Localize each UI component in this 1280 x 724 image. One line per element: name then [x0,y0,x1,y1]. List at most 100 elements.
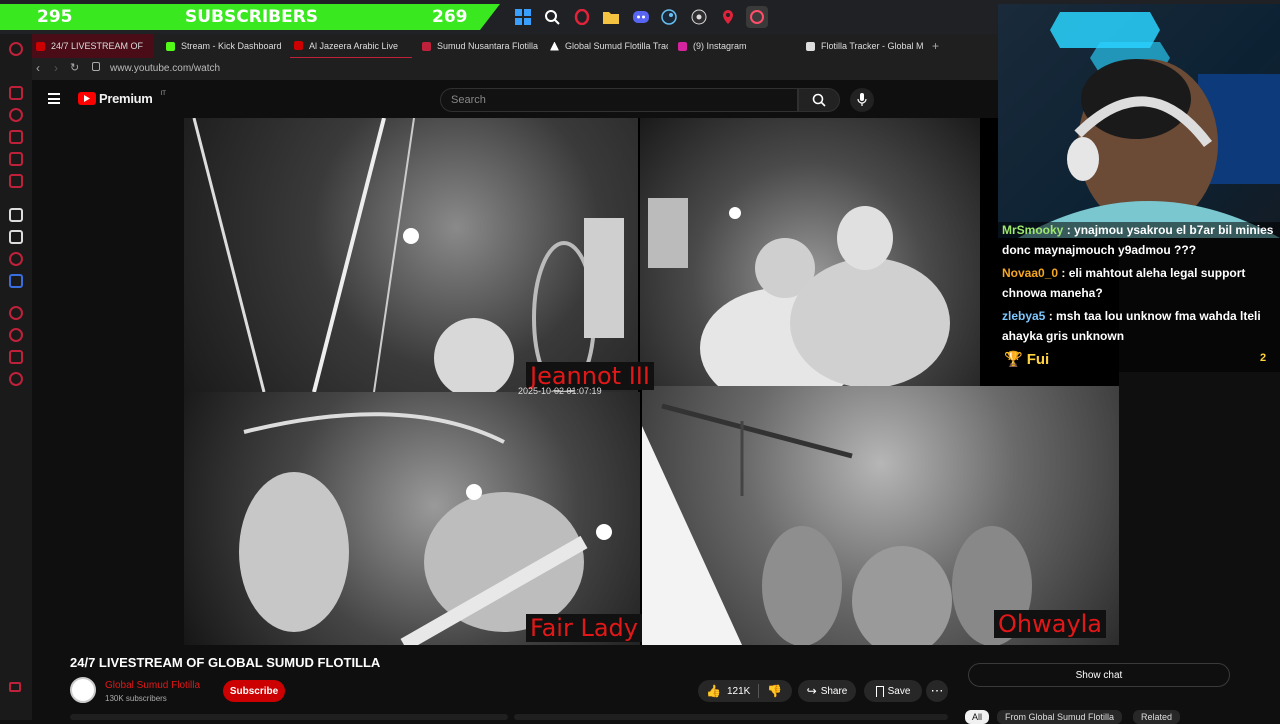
sidebar-clock-icon[interactable] [9,328,23,342]
divider [758,684,760,698]
chat-username: MrSmooky [1002,223,1064,237]
save-button[interactable]: Save [864,680,922,702]
opera-icon[interactable] [571,6,593,28]
comments-box[interactable] [514,714,948,720]
tab-kick-dashboard[interactable]: Stream - Kick Dashboard [162,34,284,58]
save-label: Save [887,685,911,697]
triangle-favicon-icon [550,41,559,51]
forward-arrow-icon[interactable]: › [54,61,58,75]
more-options-icon[interactable]: ⋯ [926,680,948,702]
reload-icon[interactable]: ↻ [70,61,79,74]
search-icon [812,93,826,107]
top-chatter: 🏆 Fui [1004,350,1049,369]
channel-name[interactable]: Global Sumud Flotilla [105,680,200,691]
chip-related[interactable]: Related [1133,710,1181,724]
subs-count-left: 295 [37,7,73,27]
obs-icon[interactable] [688,6,710,28]
subs-count-right: 269 [432,7,468,27]
chat-overlay: MrSmooky : ynajmou ysakrou el b7ar bil m… [998,222,1280,372]
hamburger-menu-icon[interactable] [48,93,60,104]
tab-label: Stream - Kick Dashboard [181,41,282,51]
thumbs-down-icon[interactable]: 👎 [767,684,782,698]
tab-youtube-livestream[interactable]: 24/7 LIVESTREAM OF [32,34,154,58]
kick-favicon-icon [166,41,175,51]
sidebar-play-icon[interactable] [9,306,23,320]
tab-label: Global Sumud Flotilla Track [565,41,668,51]
subscribe-button[interactable]: Subscribe [223,680,285,702]
chip-all[interactable]: All [965,710,990,724]
tab-label: Al Jazeera Arabic Live [309,40,399,51]
maps-icon[interactable] [717,6,739,28]
new-tab-plus-icon[interactable]: + [928,34,942,58]
microphone-icon [857,93,867,106]
tab-sumud-nusantara[interactable]: Sumud Nusantara Flotilla [418,34,540,58]
sidebar-history-icon[interactable] [9,108,23,122]
sidebar-gx-control-icon[interactable] [9,86,23,100]
sidebar-bitwarden-icon[interactable] [9,274,23,288]
share-icon: ↪ [806,684,817,698]
sidebar-instagram-icon[interactable] [9,252,23,266]
sidebar-twitch-icon[interactable] [9,152,23,166]
search-button[interactable] [798,88,840,112]
tab-bar: 24/7 LIVESTREAM OF Stream - Kick Dashboa… [32,34,1000,58]
browser-sidebar [0,34,32,720]
sidebar-app-icon[interactable] [9,208,23,222]
back-arrow-icon[interactable]: ‹ [36,61,40,75]
chat-username: zlebya5 [1002,309,1046,323]
youtube-play-icon [78,92,96,105]
sidebar-player-icon[interactable] [9,130,23,144]
folder-icon[interactable] [600,6,622,28]
description-box[interactable] [70,714,508,720]
tab-label: Sumud Nusantara Flotilla [437,41,539,51]
windows-icon[interactable] [512,6,534,28]
camera-label-ohwayla: Ohwayla [994,610,1107,638]
chat-username: Novaa0_0 [1002,266,1059,280]
youtube-favicon-icon [36,41,45,51]
streamer-webcam [998,4,1280,238]
camera-feed-2 [640,118,980,386]
subs-label: SUBSCRIBERS [185,7,319,27]
voice-search-button[interactable] [850,88,874,112]
youtube-favicon-icon [294,41,303,50]
share-button[interactable]: ↪ Share [798,680,856,702]
show-chat-button[interactable]: Show chat [968,663,1230,687]
thumbs-up-icon[interactable]: 👍 [706,684,721,698]
search-input[interactable]: Search [440,88,798,112]
sidebar-settings-icon[interactable] [9,372,23,386]
related-chips: All From Global Sumud Flotilla Related [965,710,1225,724]
page-favicon-icon [806,41,815,51]
sidebar-extensions-icon[interactable] [9,350,23,364]
search-icon[interactable] [541,6,563,28]
opera-menu-icon[interactable] [9,42,23,56]
camera-timestamp: 2025-10-02 01:07:19 [518,386,602,396]
tab-label: (9) Instagram [693,41,747,51]
chip-from-channel[interactable]: From Global Sumud Flotilla [997,710,1123,724]
tab-flotilla-tracker-global[interactable]: Flotilla Tracker - Global M [802,34,924,58]
instagram-favicon-icon [678,41,687,51]
chat-message: zlebya5 : msh taa lou unknow fma wahda l… [1002,309,1261,343]
flotilla-favicon-icon [422,41,431,51]
like-dislike-group: 👍 121K 👎 [698,680,792,702]
tab-label: 24/7 LIVESTREAM OF [51,41,144,51]
tab-flotilla-tracker[interactable]: Global Sumud Flotilla Track [546,34,668,58]
sidebar-gx-logo-icon[interactable] [9,682,21,692]
channel-avatar[interactable] [70,677,96,703]
trophy-icon: 🏆 [1004,351,1023,368]
discord-icon[interactable] [630,6,652,28]
youtube-logo[interactable]: Premium IT [78,91,166,106]
opera-gx-icon[interactable] [746,6,768,28]
top-chatter-count: 2 [1260,352,1267,364]
camera-feed-3 [184,392,640,645]
tab-instagram[interactable]: (9) Instagram [674,34,796,58]
channel-subscriber-count: 130K subscribers [105,694,167,703]
address-bar-row: ‹ › ↻ www.youtube.com/watch [32,58,1000,80]
steam-icon[interactable] [658,6,680,28]
sidebar-mail-icon[interactable] [9,174,23,188]
url-text[interactable]: www.youtube.com/watch [110,63,220,74]
youtube-header: Premium IT Search [32,80,1000,118]
x-twitter-icon[interactable] [9,230,23,244]
tab-al-jazeera[interactable]: Al Jazeera Arabic Live [290,34,412,58]
like-count[interactable]: 121K [727,686,750,697]
share-label: Share [820,685,848,697]
video-player[interactable]: Jeannot III 2025-10-02 01:07:19 Fair Lad… [184,118,1119,645]
